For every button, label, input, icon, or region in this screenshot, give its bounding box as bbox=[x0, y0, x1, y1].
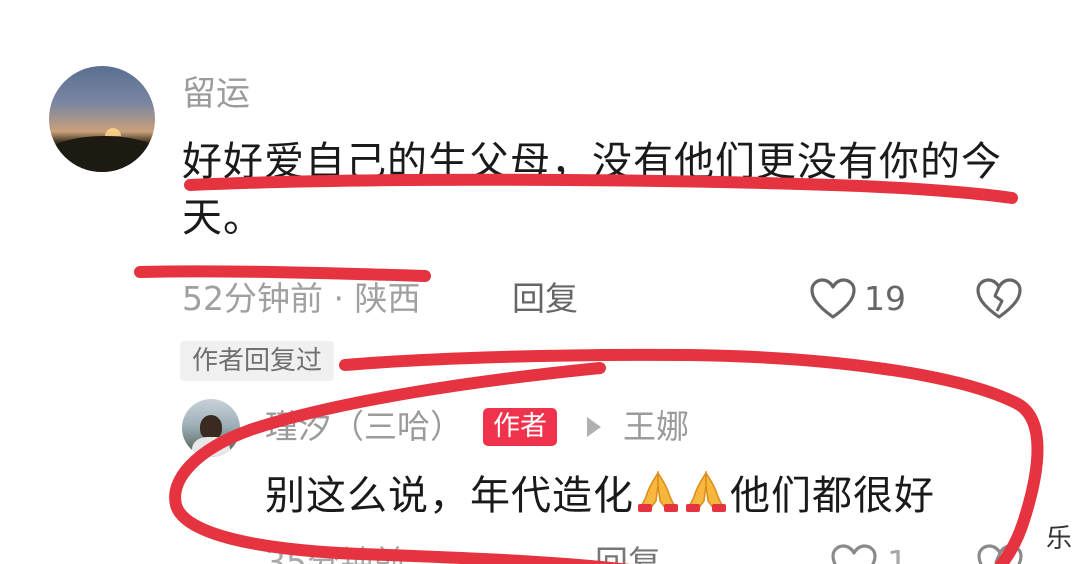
reply-meta-row: 35分钟前 回复 1 bbox=[265, 540, 1065, 564]
broken-heart-icon[interactable] bbox=[976, 278, 1022, 320]
reply-time: 35分钟前 bbox=[265, 543, 406, 564]
person-body-shape bbox=[192, 437, 230, 457]
folded-hands-emoji-icon bbox=[634, 470, 682, 513]
person-head-shape bbox=[200, 415, 222, 439]
reply-text: 别这么说，年代造化 他们都很好 bbox=[265, 470, 1055, 522]
reply-avatar[interactable] bbox=[182, 399, 240, 457]
highlight-loop bbox=[169, 348, 1044, 564]
reply-button[interactable]: 回复 bbox=[512, 276, 578, 322]
comment-time-location: 52分钟前 · 陕西 bbox=[182, 279, 421, 318]
reply-text-before: 别这么说，年代造化 bbox=[265, 473, 634, 519]
sun-shape bbox=[105, 128, 121, 136]
reply-header: 瑾汐（三哈） 作者 王娜 bbox=[265, 404, 1065, 450]
comment-meta-row: 52分钟前 · 陕西 回复 19 bbox=[182, 276, 1042, 322]
reply-text-after: 他们都很好 bbox=[730, 473, 935, 519]
reply-username[interactable]: 瑾汐（三哈） bbox=[265, 404, 463, 450]
reply-reply-button[interactable]: 回复 bbox=[595, 540, 661, 564]
edge-glyph: 乐 bbox=[1046, 524, 1073, 554]
reply-like-count: 1 bbox=[887, 543, 908, 564]
comment-thread: 留运 好好爱自己的生父母，没有他们更没有你的今天。 52分钟前 · 陕西 回复 … bbox=[0, 0, 1080, 564]
commenter-avatar[interactable] bbox=[49, 66, 155, 172]
author-badge: 作者 bbox=[483, 408, 557, 446]
heart-outline-icon bbox=[810, 278, 856, 319]
reply-to-triangle-icon bbox=[587, 417, 601, 437]
heart-outline-icon[interactable] bbox=[831, 544, 877, 564]
commenter-username[interactable]: 留运 bbox=[182, 72, 250, 116]
reply-target-username[interactable]: 王娜 bbox=[623, 404, 689, 450]
like-count: 19 bbox=[864, 279, 906, 318]
folded-hands-emoji-icon bbox=[682, 470, 730, 513]
hill-shape bbox=[49, 136, 155, 172]
comment-text: 好好爱自己的生父母，没有他们更没有你的今天。 bbox=[182, 139, 1002, 241]
author-replied-tag: 作者回复过 bbox=[180, 341, 335, 381]
broken-heart-icon[interactable] bbox=[977, 544, 1023, 564]
